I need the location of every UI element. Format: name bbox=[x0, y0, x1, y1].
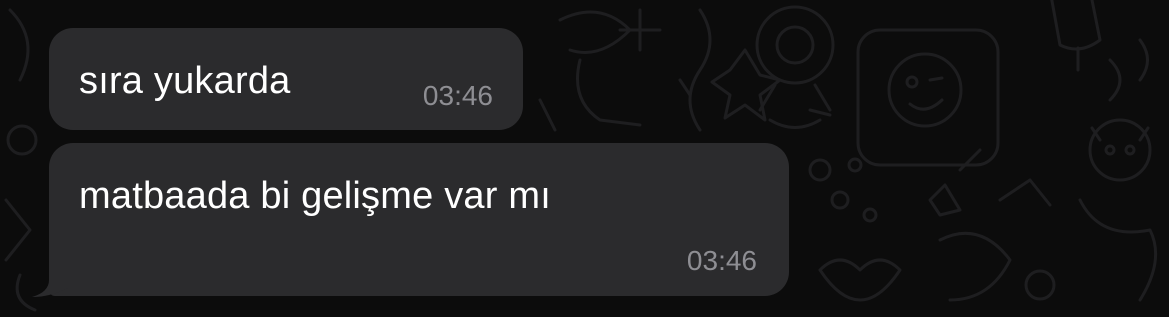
message-text: matbaada bi gelişme var mı bbox=[79, 175, 551, 217]
message-timestamp: 03:46 bbox=[686, 245, 757, 276]
chat-view[interactable]: sıra yukarda 03:46 matbaada bi gelişme v… bbox=[0, 0, 1169, 317]
message-text: sıra yukarda bbox=[79, 60, 291, 102]
message-bubble-incoming[interactable]: matbaada bi gelişme var mı 03:46 bbox=[49, 143, 789, 296]
message-bubble-incoming[interactable]: sıra yukarda 03:46 bbox=[49, 28, 523, 130]
bubble-tail bbox=[32, 270, 68, 297]
message-timestamp: 03:46 bbox=[422, 80, 493, 111]
